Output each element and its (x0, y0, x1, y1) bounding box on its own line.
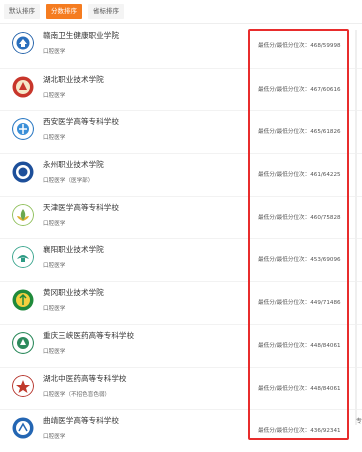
school-logo (12, 417, 34, 439)
list-item[interactable]: 襄阳职业技术学院 口腔医学 最低分/最低分位次：453/69096 (0, 238, 362, 281)
major-name: 口腔医学 (43, 348, 66, 355)
school-logo (12, 32, 34, 54)
major-name: 口腔医学 (43, 434, 66, 441)
school-logo (12, 76, 34, 98)
list-item[interactable]: 赣南卫生健康职业学院 口腔医学 最低分/最低分位次：468/59998 (0, 25, 362, 68)
school-logo (12, 161, 34, 183)
major-name: 口腔医学（医学部） (43, 178, 94, 185)
tab-score-sort[interactable]: 分数排序 (46, 4, 82, 19)
major-name: 口腔医学 (43, 92, 66, 99)
school-name: 永州职业技术学院 (43, 160, 104, 170)
school-name: 西安医学高等专科学校 (43, 117, 119, 127)
school-name: 赣南卫生健康职业学院 (43, 31, 119, 40)
min-score: 最低分/最低分位次：448/84061 (258, 385, 341, 392)
tab-default-sort[interactable]: 默认排序 (4, 4, 40, 19)
school-logo (12, 374, 34, 397)
min-score: 最低分/最低分位次：460/75828 (258, 214, 341, 221)
school-logo (12, 246, 34, 269)
school-name: 湖北职业技术学院 (43, 74, 104, 84)
school-list: 赣南卫生健康职业学院 口腔医学 最低分/最低分位次：468/59998 湖北职业… (0, 25, 362, 452)
min-score: 最低分/最低分位次：448/84061 (258, 342, 341, 349)
list-item[interactable]: 曲靖医学高等专科学校 口腔医学 最低分/最低分位次：436/92341 (0, 409, 362, 452)
min-score: 最低分/最低分位次：465/61826 (258, 129, 341, 136)
school-name: 湖北中医药高等专科学校 (43, 373, 127, 383)
list-item[interactable]: 天津医学高等专科学校 口腔医学 最低分/最低分位次：460/75828 (0, 195, 362, 239)
min-score: 最低分/最低分位次：436/92341 (258, 428, 341, 435)
major-name: 口腔医学 (43, 263, 66, 270)
list-item[interactable]: 永州职业技术学院 口腔医学（医学部） 最低分/最低分位次：461/64225 (0, 153, 362, 196)
min-score: 最低分/最低分位次：461/64225 (258, 172, 341, 179)
school-name: 襄阳职业技术学院 (43, 245, 104, 255)
min-score: 最低分/最低分位次：453/69096 (258, 257, 341, 264)
school-name: 曲靖医学高等专科学校 (43, 416, 119, 426)
tab-province-sort[interactable]: 省标排序 (88, 4, 124, 19)
min-score: 最低分/最低分位次：468/59998 (258, 43, 341, 49)
scrollbar[interactable] (355, 30, 357, 425)
major-name: 口腔医学 (43, 306, 66, 313)
list-item[interactable]: 重庆三峡医药高等专科学校 口腔医学 最低分/最低分位次：448/84061 (0, 323, 362, 367)
school-name: 重庆三峡医药高等专科学校 (43, 330, 135, 340)
major-name: 口腔医学 (43, 220, 66, 227)
major-name: 口腔医学 (43, 135, 66, 142)
list-item[interactable]: 黄冈职业技术学院 口腔医学 最低分/最低分位次：449/71486 (0, 281, 362, 324)
major-name: 口腔医学 (43, 49, 66, 55)
major-name: 口腔医学（不招色盲色弱） (43, 391, 111, 398)
school-name: 黄冈职业技术学院 (43, 288, 104, 298)
min-score: 最低分/最低分位次：467/60616 (258, 86, 341, 93)
sort-tabs: 默认排序 分数排序 省标排序 (0, 0, 362, 24)
min-score: 最低分/最低分位次：449/71486 (258, 300, 341, 307)
school-logo (12, 118, 34, 141)
list-item[interactable]: 湖北中医药高等专科学校 口腔医学（不招色盲色弱） 最低分/最低分位次：448/8… (0, 366, 362, 410)
list-item[interactable]: 西安医学高等专科学校 口腔医学 最低分/最低分位次：465/61826 (0, 110, 362, 153)
school-logo (12, 203, 34, 226)
list-item[interactable]: 湖北职业技术学院 口腔医学 最低分/最低分位次：467/60616 (0, 67, 362, 111)
school-logo (12, 289, 34, 311)
edge-text: 专 (356, 418, 362, 425)
school-name: 天津医学高等专科学校 (43, 202, 119, 212)
school-logo (12, 331, 34, 354)
